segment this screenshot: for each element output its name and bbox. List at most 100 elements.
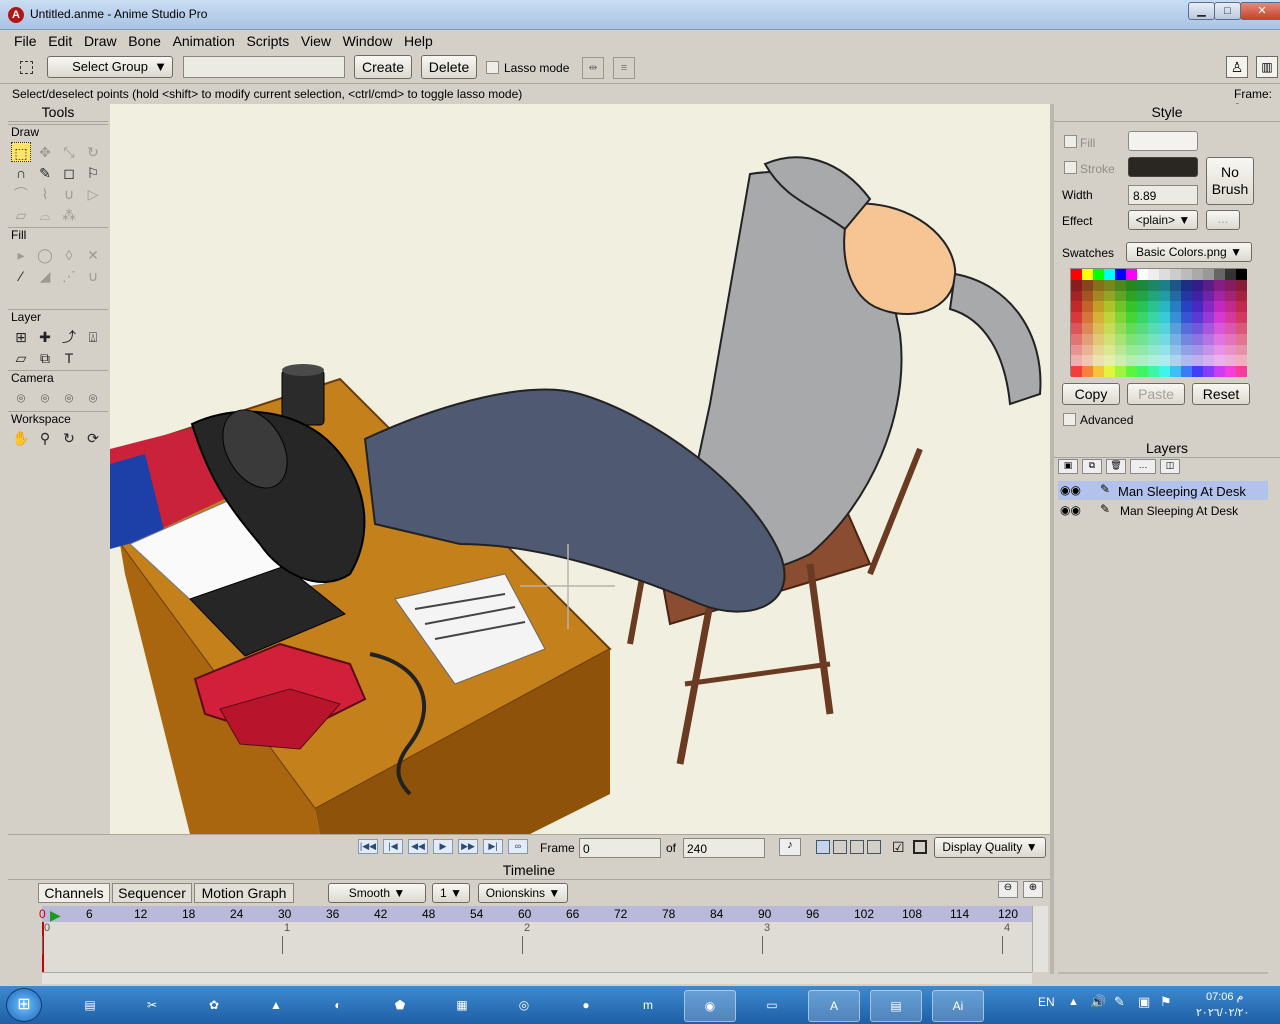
menu-edit[interactable]: Edit xyxy=(44,30,76,49)
hide-edge-tool-icon[interactable]: ⋰ xyxy=(59,266,79,286)
lasso-mode-checkbox[interactable] xyxy=(486,61,499,74)
color-swatch-cell[interactable] xyxy=(1170,323,1181,334)
color-swatch-cell[interactable] xyxy=(1203,333,1214,345)
stroke-color-swatch[interactable] xyxy=(1128,157,1198,177)
color-swatch-cell[interactable] xyxy=(1115,279,1126,291)
color-swatch-cell[interactable] xyxy=(1115,344,1126,356)
color-swatch-cell[interactable] xyxy=(1225,290,1236,302)
anime-studio-taskbar-icon[interactable]: A xyxy=(808,990,860,1022)
color-swatch-cell[interactable] xyxy=(1115,290,1126,302)
color-swatch-cell[interactable] xyxy=(1181,290,1192,302)
single-view-icon[interactable] xyxy=(816,840,830,854)
color-swatch-cell[interactable] xyxy=(1148,355,1159,367)
effect-settings-button[interactable]: ... xyxy=(1206,210,1240,230)
color-swatch-cell[interactable] xyxy=(1082,290,1093,302)
sniping-tool-icon[interactable]: ✂ xyxy=(126,990,178,1022)
file-explorer-icon[interactable]: ▭ xyxy=(746,990,798,1022)
color-swatch-cell[interactable] xyxy=(1137,269,1148,280)
orbit-workspace-tool-icon[interactable]: ⟳ xyxy=(83,428,103,448)
color-swatch-cell[interactable] xyxy=(1071,323,1082,334)
tab-channels[interactable]: Channels xyxy=(38,883,110,903)
rotate-layer-xy-tool-icon[interactable]: ⍍ xyxy=(83,327,103,347)
color-swatch-cell[interactable] xyxy=(1159,301,1170,313)
copy-style-button[interactable]: Copy xyxy=(1062,383,1120,405)
transform-layer-tool-icon[interactable]: ⊞ xyxy=(11,327,31,347)
color-swatch-cell[interactable] xyxy=(1236,333,1247,345)
frame-bounds-icon[interactable] xyxy=(913,840,927,854)
color-swatch-cell[interactable] xyxy=(1082,269,1093,280)
insert-text-tool-icon[interactable]: T xyxy=(59,348,79,368)
color-swatch-cell[interactable] xyxy=(1126,269,1137,280)
color-swatch-cell[interactable] xyxy=(1214,301,1225,313)
task-manager-icon[interactable]: ▤ xyxy=(64,990,116,1022)
color-swatch-cell[interactable] xyxy=(1170,312,1181,323)
edge-browser-icon[interactable]: ◎ xyxy=(498,990,550,1022)
clock-date[interactable]: ٢٠٢٦/٠٢/٢٠ xyxy=(1196,1006,1249,1019)
color-swatch-cell[interactable] xyxy=(1214,290,1225,302)
canvas-workspace[interactable] xyxy=(110,104,1050,834)
fill-checkbox[interactable] xyxy=(1064,135,1077,148)
color-swatch-cell[interactable] xyxy=(1137,355,1148,367)
color-swatch-cell[interactable] xyxy=(1104,355,1115,367)
color-swatch-cell[interactable] xyxy=(1225,366,1236,377)
color-swatch-cell[interactable] xyxy=(1115,312,1126,323)
layer-settings-icon[interactable]: ◫ xyxy=(1160,459,1180,474)
scatter-brush-tool-icon[interactable]: ⚐ xyxy=(83,163,103,183)
tray-expand-icon[interactable]: ▲ xyxy=(1068,996,1079,1008)
zoom-camera-tool-icon[interactable]: ⌾ xyxy=(35,388,55,408)
paste-style-button[interactable]: Paste xyxy=(1127,383,1185,405)
rotate-points-tool-icon[interactable]: ↻ xyxy=(83,142,103,162)
visibility-eye-icon[interactable]: ◉◉ xyxy=(1060,483,1081,497)
color-swatch-cell[interactable] xyxy=(1071,355,1082,367)
onionskins-dropdown[interactable]: Onionskins ▼ xyxy=(478,883,568,903)
color-swatch-cell[interactable] xyxy=(1181,312,1192,323)
pan-hand-tool-icon[interactable]: ✋ xyxy=(11,428,31,448)
color-swatch-cell[interactable] xyxy=(1082,279,1093,291)
add-point-tool-icon[interactable]: ∩ xyxy=(11,163,31,183)
color-swatch-cell[interactable] xyxy=(1236,301,1247,313)
color-swatch-cell[interactable] xyxy=(1104,312,1115,323)
color-swatch-cell[interactable] xyxy=(1170,279,1181,291)
quad-view-icon[interactable] xyxy=(867,840,881,854)
color-swatch-cell[interactable] xyxy=(1236,366,1247,377)
color-swatch-cell[interactable] xyxy=(1225,344,1236,356)
group-name-input[interactable] xyxy=(183,56,345,78)
color-swatch-cell[interactable] xyxy=(1170,290,1181,302)
advanced-checkbox[interactable] xyxy=(1063,413,1076,426)
split-vertical-view-icon[interactable] xyxy=(833,840,847,854)
menu-draw[interactable]: Draw xyxy=(80,30,121,49)
color-swatch-cell[interactable] xyxy=(1192,301,1203,313)
color-swatch-cell[interactable] xyxy=(1071,366,1082,377)
rewind-icon[interactable]: |◀◀ xyxy=(358,839,378,854)
menu-bone[interactable]: Bone xyxy=(124,30,165,49)
color-swatch-cell[interactable] xyxy=(1192,333,1203,345)
effect-dropdown[interactable]: <plain> ▼ xyxy=(1128,210,1198,230)
color-swatch-cell[interactable] xyxy=(1115,366,1126,377)
volume-icon[interactable]: 🔊 xyxy=(1090,994,1106,1010)
delete-button[interactable]: Delete xyxy=(421,55,477,79)
color-swatch-cell[interactable] xyxy=(1203,344,1214,356)
color-swatch-cell[interactable] xyxy=(1148,323,1159,334)
layer-row[interactable]: ◉◉ ✎ Man Sleeping At Desk xyxy=(1058,481,1268,500)
start-menu-icon[interactable]: ⊞ xyxy=(6,988,42,1022)
color-swatch-cell[interactable] xyxy=(1170,301,1181,313)
zoom-in-icon[interactable]: ⊕ xyxy=(1023,881,1043,898)
track-camera-tool-icon[interactable]: ⌾ xyxy=(11,388,31,408)
color-swatch-cell[interactable] xyxy=(1225,355,1236,367)
split-horizontal-view-icon[interactable] xyxy=(850,840,864,854)
color-swatch-cell[interactable] xyxy=(1203,301,1214,313)
timeline-vertical-scrollbar[interactable] xyxy=(1032,906,1048,972)
color-swatch-cell[interactable] xyxy=(1203,312,1214,323)
select-shape-tool-icon[interactable]: ▸ xyxy=(11,245,31,265)
color-swatch-cell[interactable] xyxy=(1214,312,1225,323)
color-swatch-cell[interactable] xyxy=(1159,355,1170,367)
color-swatch-cell[interactable] xyxy=(1159,290,1170,302)
layer-row[interactable]: ◉◉ ✎ Man Sleeping At Desk xyxy=(1058,501,1268,520)
visibility-eye-icon[interactable]: ◉◉ xyxy=(1060,503,1081,517)
color-swatch-cell[interactable] xyxy=(1192,312,1203,323)
input-language-indicator[interactable]: EN xyxy=(1038,995,1055,1009)
media-app-icon[interactable]: ◐ xyxy=(312,990,364,1022)
curvature-tool-icon[interactable]: ⌇ xyxy=(35,184,55,204)
flip-vertical-icon[interactable]: ≡ xyxy=(613,57,635,79)
magnet-tool-icon[interactable]: ∪ xyxy=(59,184,79,204)
